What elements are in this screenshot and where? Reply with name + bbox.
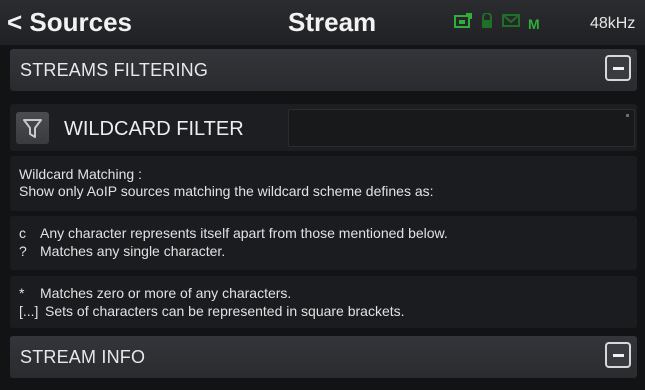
collapse-stream-info-button[interactable] [605,342,631,368]
page-title: Stream [288,7,377,37]
section-streams-filtering[interactable]: STREAMS FILTERING [10,49,637,91]
sample-rate: 48kHz [590,15,636,32]
filter-funnel-icon [16,112,49,144]
rule-text: Matches zero or more of any characters. [40,285,292,301]
input-edge-mark [626,114,629,117]
collapse-streams-filtering-button[interactable] [605,55,631,81]
matching-title: Wildcard Matching : [19,166,142,182]
rule-text: Sets of characters can be represented in… [45,303,405,319]
matching-description: Show only AoIP sources matching the wild… [19,183,434,199]
rule-symbol: c [19,225,26,241]
section-stream-info-label: STREAM INFO [20,347,146,367]
back-to-sources-button[interactable]: < Sources [7,7,132,38]
wildcard-matching-info: Wildcard Matching : Show only AoIP sourc… [10,156,637,211]
wildcard-filter-label: WILDCARD FILTER [64,118,244,140]
wildcard-rules-2: * Matches zero or more of any characters… [10,276,637,328]
section-streams-filtering-label: STREAMS FILTERING [20,60,209,80]
top-bar: < Sources Stream M 48kHz [0,0,645,45]
stream-screen: < Sources Stream M 48kHz STREAMS FILTERI… [0,0,645,390]
rule-text: Matches any single character. [40,243,226,259]
lock-icon [480,12,494,34]
network-icon [454,13,472,34]
status-indicators: M [454,12,540,34]
wildcard-rules-1: c Any character represents itself apart … [10,216,637,270]
rule-symbol: ? [19,243,27,259]
section-stream-info[interactable]: STREAM INFO [10,336,637,378]
monitor-letter: M [528,15,540,32]
wildcard-filter-input[interactable] [288,109,635,147]
rule-symbol: [...] [19,303,39,319]
rule-text: Any character represents itself apart fr… [40,225,448,241]
rule-symbol: * [19,285,25,301]
wildcard-filter-row: WILDCARD FILTER [10,104,637,151]
